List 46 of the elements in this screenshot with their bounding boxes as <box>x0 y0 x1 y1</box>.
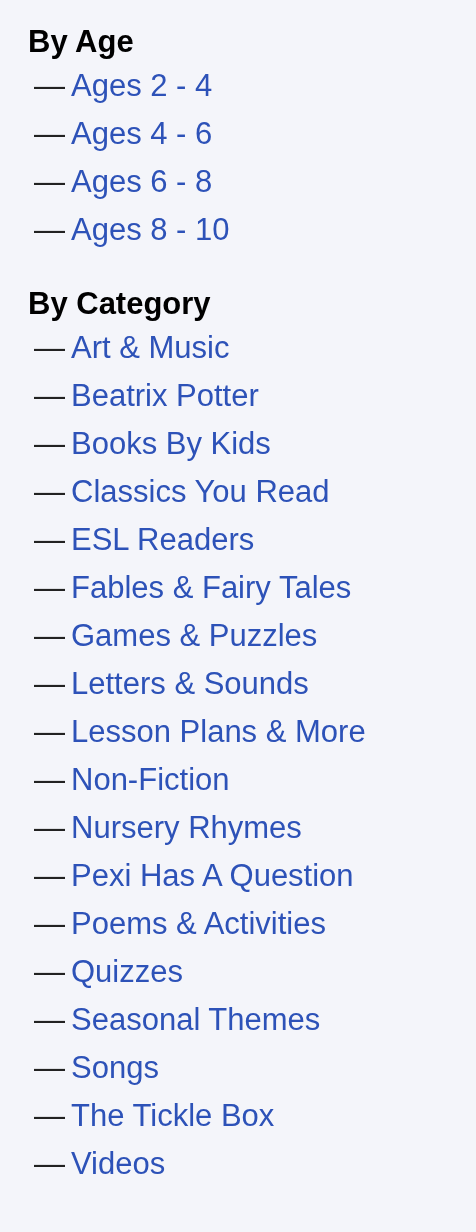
dash: — <box>34 665 65 703</box>
category-link[interactable]: Nursery Rhymes <box>71 808 302 848</box>
category-link[interactable]: Fables & Fairy Tales <box>71 568 352 608</box>
dash: — <box>34 67 65 105</box>
dash: — <box>34 425 65 463</box>
dash: — <box>34 569 65 607</box>
dash: — <box>34 329 65 367</box>
dash: — <box>34 521 65 559</box>
dash: — <box>34 211 65 249</box>
dash: — <box>34 617 65 655</box>
category-link[interactable]: Classics You Read <box>71 472 330 512</box>
category-link[interactable]: Songs <box>71 1048 159 1088</box>
category-link[interactable]: The Tickle Box <box>71 1096 275 1136</box>
dash: — <box>34 857 65 895</box>
dash: — <box>34 377 65 415</box>
category-link[interactable]: ESL Readers <box>71 520 255 560</box>
category-link[interactable]: Quizzes <box>71 952 183 992</box>
dash: — <box>34 953 65 991</box>
section-heading: By Category <box>28 285 212 323</box>
dash: — <box>34 809 65 847</box>
category-link[interactable]: Ages 6 - 8 <box>71 162 213 202</box>
dash: — <box>34 163 65 201</box>
dash: — <box>34 713 65 751</box>
dash: — <box>34 1145 65 1183</box>
dash: — <box>34 1001 65 1039</box>
category-link[interactable]: Art & Music <box>71 328 230 368</box>
category-link[interactable]: Lesson Plans & More <box>71 712 366 752</box>
category-link[interactable]: Ages 4 - 6 <box>71 114 213 154</box>
category-link[interactable]: Books By Kids <box>71 424 271 464</box>
category-link[interactable]: Games & Puzzles <box>71 616 318 656</box>
section-heading: By Age <box>28 23 135 61</box>
category-link[interactable]: Pexi Has A Question <box>71 856 354 896</box>
category-link[interactable]: Beatrix Potter <box>71 376 259 416</box>
category-link[interactable]: Ages 8 - 10 <box>71 210 230 250</box>
category-link[interactable]: Letters & Sounds <box>71 664 309 704</box>
dash: — <box>34 473 65 511</box>
dash: — <box>34 1049 65 1087</box>
category-link[interactable]: Poems & Activities <box>71 904 326 944</box>
dash: — <box>34 761 65 799</box>
category-link[interactable]: Non-Fiction <box>71 760 230 800</box>
dash: — <box>34 905 65 943</box>
dash: — <box>34 1097 65 1135</box>
category-link[interactable]: Seasonal Themes <box>71 1000 321 1040</box>
dash: — <box>34 115 65 153</box>
category-link[interactable]: Ages 2 - 4 <box>71 66 213 106</box>
category-link[interactable]: Videos <box>71 1144 166 1184</box>
